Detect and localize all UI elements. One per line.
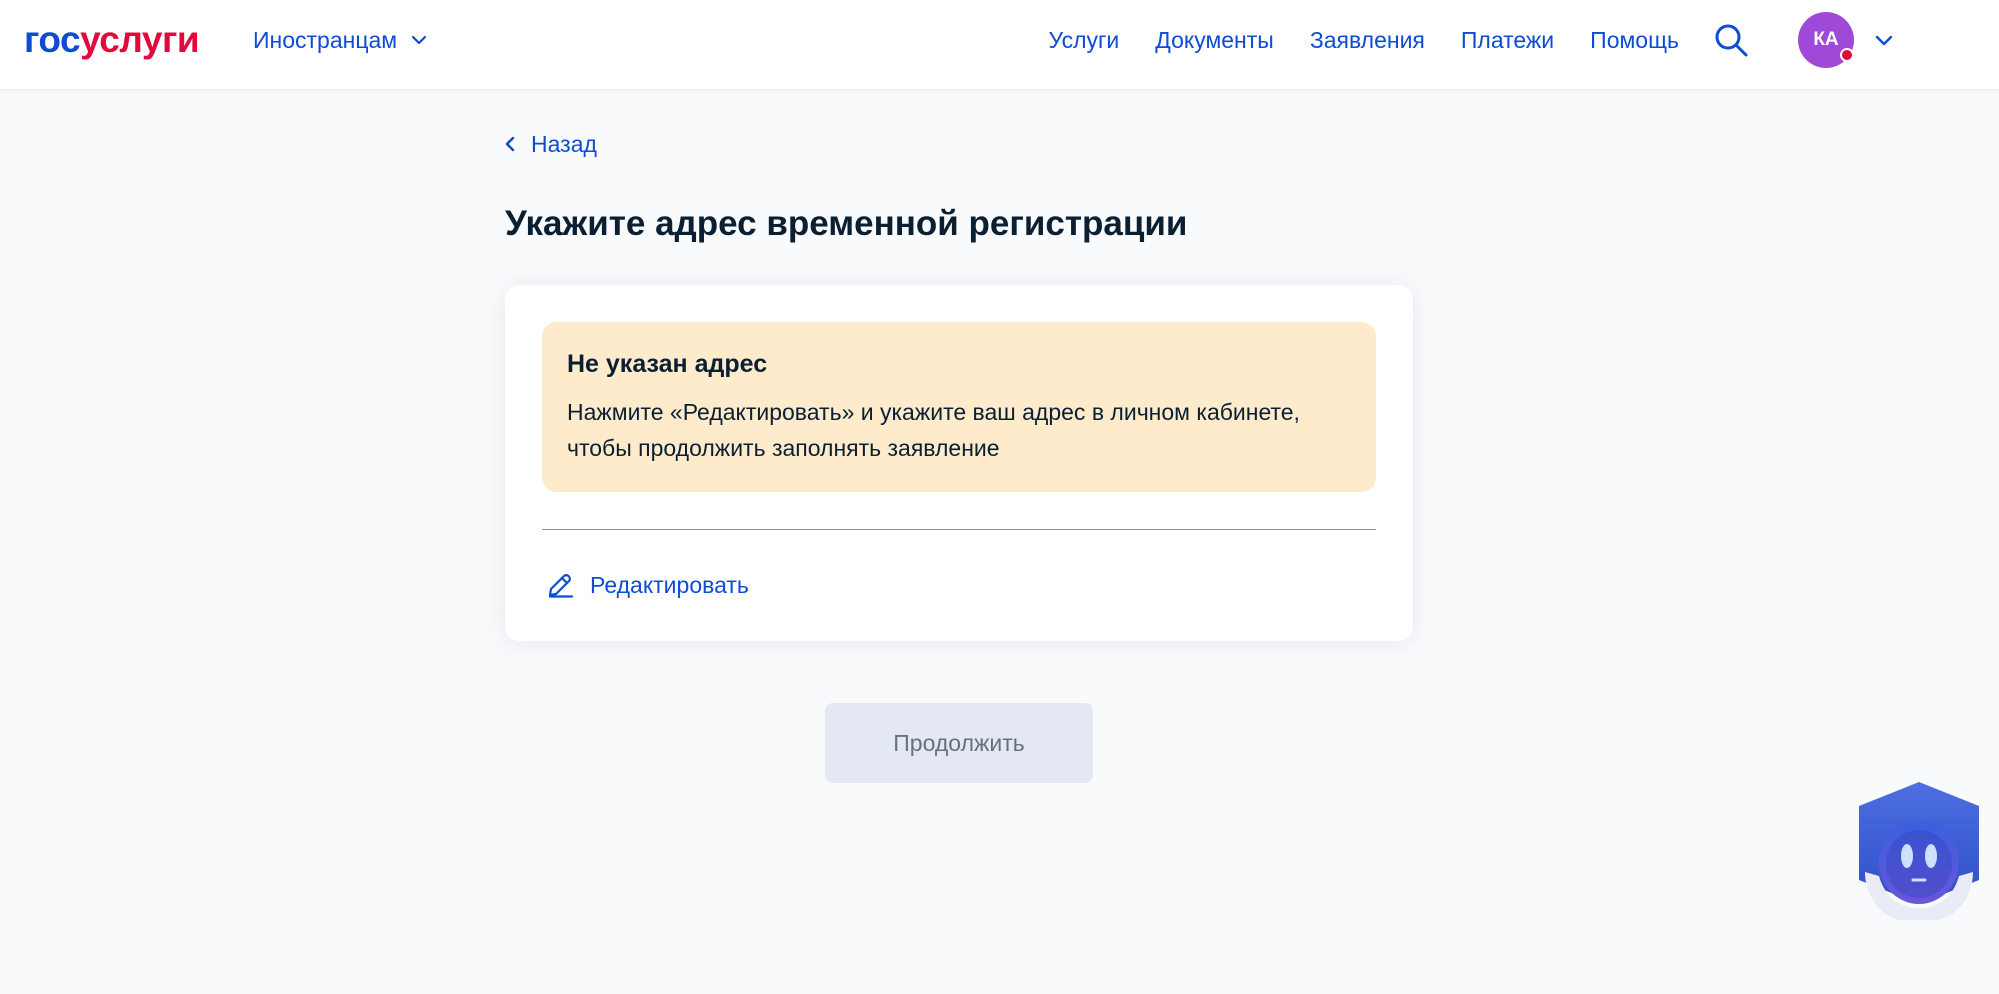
address-card: Не указан адрес Нажмите «Редактировать» …	[505, 285, 1413, 641]
main-nav: Услуги Документы Заявления Платежи Помощ…	[1049, 24, 1679, 56]
warning-alert: Не указан адрес Нажмите «Редактировать» …	[542, 322, 1376, 492]
nav-item-applications[interactable]: Заявления	[1310, 27, 1425, 54]
nav-item-help[interactable]: Помощь	[1590, 27, 1679, 54]
top-header: госуслуги Иностранцам Услуги Документы З…	[0, 0, 1999, 90]
edit-link[interactable]: Редактировать	[546, 567, 749, 603]
continue-button[interactable]: Продолжить	[825, 703, 1093, 783]
search-icon[interactable]	[1713, 22, 1749, 58]
audience-label: Иностранцам	[253, 26, 398, 53]
nav-item-documents[interactable]: Документы	[1155, 27, 1274, 54]
back-label: Назад	[531, 130, 597, 157]
page-title: Укажите адрес временной регистрации	[505, 204, 1188, 243]
chevron-down-icon[interactable]	[1872, 28, 1896, 52]
back-link[interactable]: Назад	[503, 128, 597, 160]
user-avatar[interactable]: КА	[1798, 12, 1854, 68]
robot-assistant-icon[interactable]	[1853, 780, 1985, 922]
chevron-left-icon	[505, 136, 515, 152]
page: госуслуги Иностранцам Услуги Документы З…	[0, 0, 1999, 994]
gosuslugi-logo[interactable]: госуслуги	[24, 16, 200, 64]
audience-selector[interactable]: Иностранцам	[253, 24, 429, 56]
alert-text: Нажмите «Редактировать» и укажите ваш ад…	[567, 399, 1300, 461]
alert-title: Не указан адрес	[567, 350, 768, 378]
edit-label: Редактировать	[590, 571, 749, 598]
nav-item-payments[interactable]: Платежи	[1461, 27, 1554, 54]
divider	[542, 529, 1376, 530]
logo-part-uslugi: услуги	[80, 19, 200, 60]
logo-part-gos: гос	[24, 19, 81, 60]
pencil-icon	[548, 574, 574, 598]
nav-item-services[interactable]: Услуги	[1049, 27, 1120, 54]
notification-dot	[1840, 48, 1854, 62]
avatar-initials: КА	[1813, 29, 1839, 50]
chevron-down-icon	[412, 35, 427, 45]
